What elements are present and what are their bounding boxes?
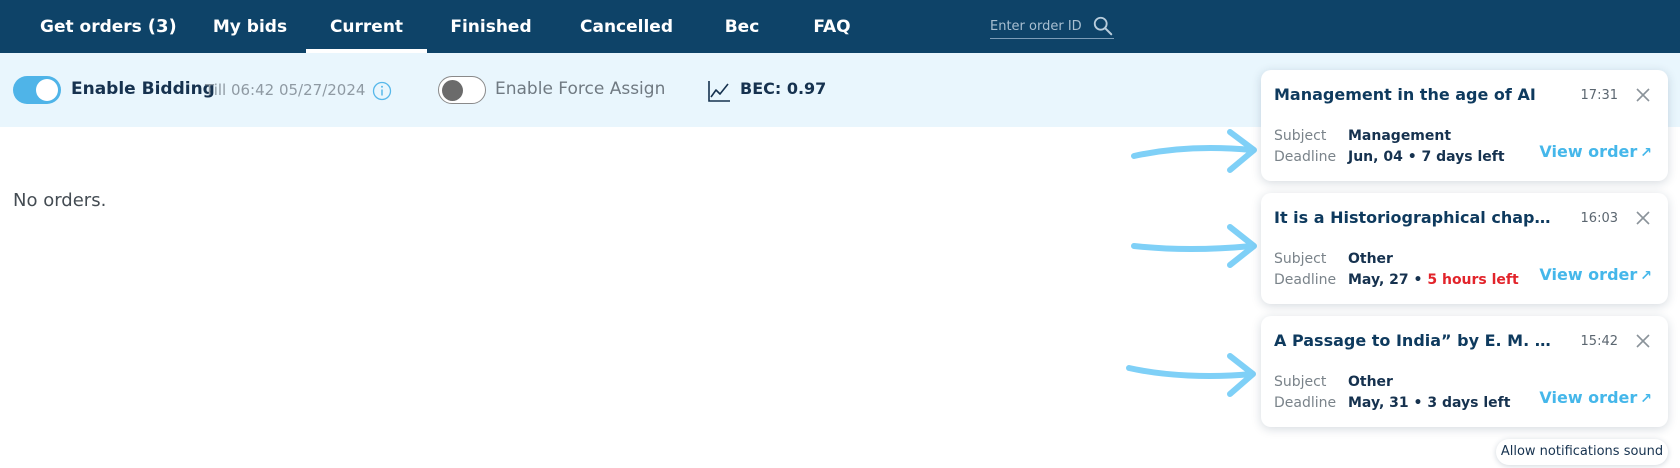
close-icon[interactable] [1634, 332, 1652, 350]
subject-value: Other [1348, 374, 1393, 390]
external-arrow-icon: ↗ [1640, 145, 1652, 161]
notification-title: Management in the age of AI [1274, 85, 1536, 104]
deadline-label: Deadline [1274, 149, 1337, 165]
deadline-date: Jun, 04 • [1348, 149, 1417, 165]
order-notification[interactable]: It is a Historiographical chapt... 16:03… [1261, 193, 1668, 304]
pointer-arrow-3 [1126, 353, 1256, 397]
subject-label: Subject [1274, 251, 1327, 267]
deadline-date: May, 31 • [1348, 395, 1423, 411]
order-id-input[interactable] [990, 15, 1090, 37]
subject-label: Subject [1274, 374, 1327, 390]
view-order-label: View order [1539, 265, 1638, 284]
subject-value: Management [1348, 128, 1452, 144]
subject-value: Other [1348, 251, 1393, 267]
tab-faq[interactable]: FAQ [810, 0, 854, 53]
search-icon[interactable] [1092, 15, 1114, 37]
deadline-value: May, 31 • 3 days left [1348, 395, 1510, 411]
pointer-arrow-2 [1131, 224, 1257, 268]
tab-current[interactable]: Current [306, 0, 427, 53]
allow-notifications-sound-button[interactable]: Allow notifications sound [1496, 439, 1668, 465]
deadline-label: Deadline [1274, 395, 1337, 411]
tab-label: Get orders [40, 17, 142, 37]
close-icon[interactable] [1634, 86, 1652, 104]
order-notification[interactable]: A Passage to India” by E. M. Fo... 15:42… [1261, 316, 1668, 427]
subject-label: Subject [1274, 128, 1327, 144]
notification-time: 16:03 [1580, 211, 1618, 226]
enable-bidding-toggle[interactable] [13, 76, 61, 104]
tab-my-bids[interactable]: My bids [210, 0, 290, 53]
deadline-remaining: 5 hours left [1427, 272, 1519, 288]
view-order-link[interactable]: View order ↗ [1539, 388, 1652, 407]
view-order-label: View order [1539, 142, 1638, 161]
deadline-label: Deadline [1274, 272, 1337, 288]
external-arrow-icon: ↗ [1640, 268, 1652, 284]
deadline-remaining: 3 days left [1427, 395, 1511, 411]
enable-force-assign-toggle[interactable] [438, 76, 486, 104]
close-icon[interactable] [1634, 209, 1652, 227]
enable-force-assign-label: Enable Force Assign [495, 79, 666, 99]
pointer-arrow-1 [1131, 129, 1257, 173]
top-nav: Get orders (3) My bids Current Finished … [0, 0, 1680, 53]
empty-orders-message: No orders. [13, 190, 107, 211]
bec-value: BEC: 0.97 [740, 79, 827, 98]
view-order-link[interactable]: View order ↗ [1539, 142, 1652, 161]
bidding-till-text: Till 06:42 05/27/2024 [205, 81, 366, 99]
view-order-label: View order [1539, 388, 1638, 407]
order-search [990, 13, 1114, 39]
chart-line-icon [708, 81, 730, 102]
orders-count-badge: (3) [147, 16, 177, 37]
external-arrow-icon: ↗ [1640, 391, 1652, 407]
view-order-link[interactable]: View order ↗ [1539, 265, 1652, 284]
tab-finished[interactable]: Finished [450, 0, 532, 53]
notification-time: 17:31 [1580, 88, 1618, 103]
deadline-value: May, 27 • 5 hours left [1348, 272, 1519, 288]
notification-title: It is a Historiographical chapt... [1274, 208, 1554, 227]
deadline-date: May, 27 • [1348, 272, 1423, 288]
deadline-value: Jun, 04 • 7 days left [1348, 149, 1505, 165]
tab-bec[interactable]: Bec [718, 0, 766, 53]
tab-get-orders[interactable]: Get orders (3) [40, 0, 177, 53]
order-notification[interactable]: Management in the age of AI 17:31 Subjec… [1261, 70, 1668, 181]
tab-cancelled[interactable]: Cancelled [580, 0, 673, 53]
deadline-remaining: 7 days left [1421, 149, 1505, 165]
info-icon[interactable] [372, 81, 392, 101]
enable-bidding-label: Enable Bidding [71, 79, 215, 99]
notification-time: 15:42 [1580, 334, 1618, 349]
notification-title: A Passage to India” by E. M. Fo... [1274, 331, 1554, 350]
